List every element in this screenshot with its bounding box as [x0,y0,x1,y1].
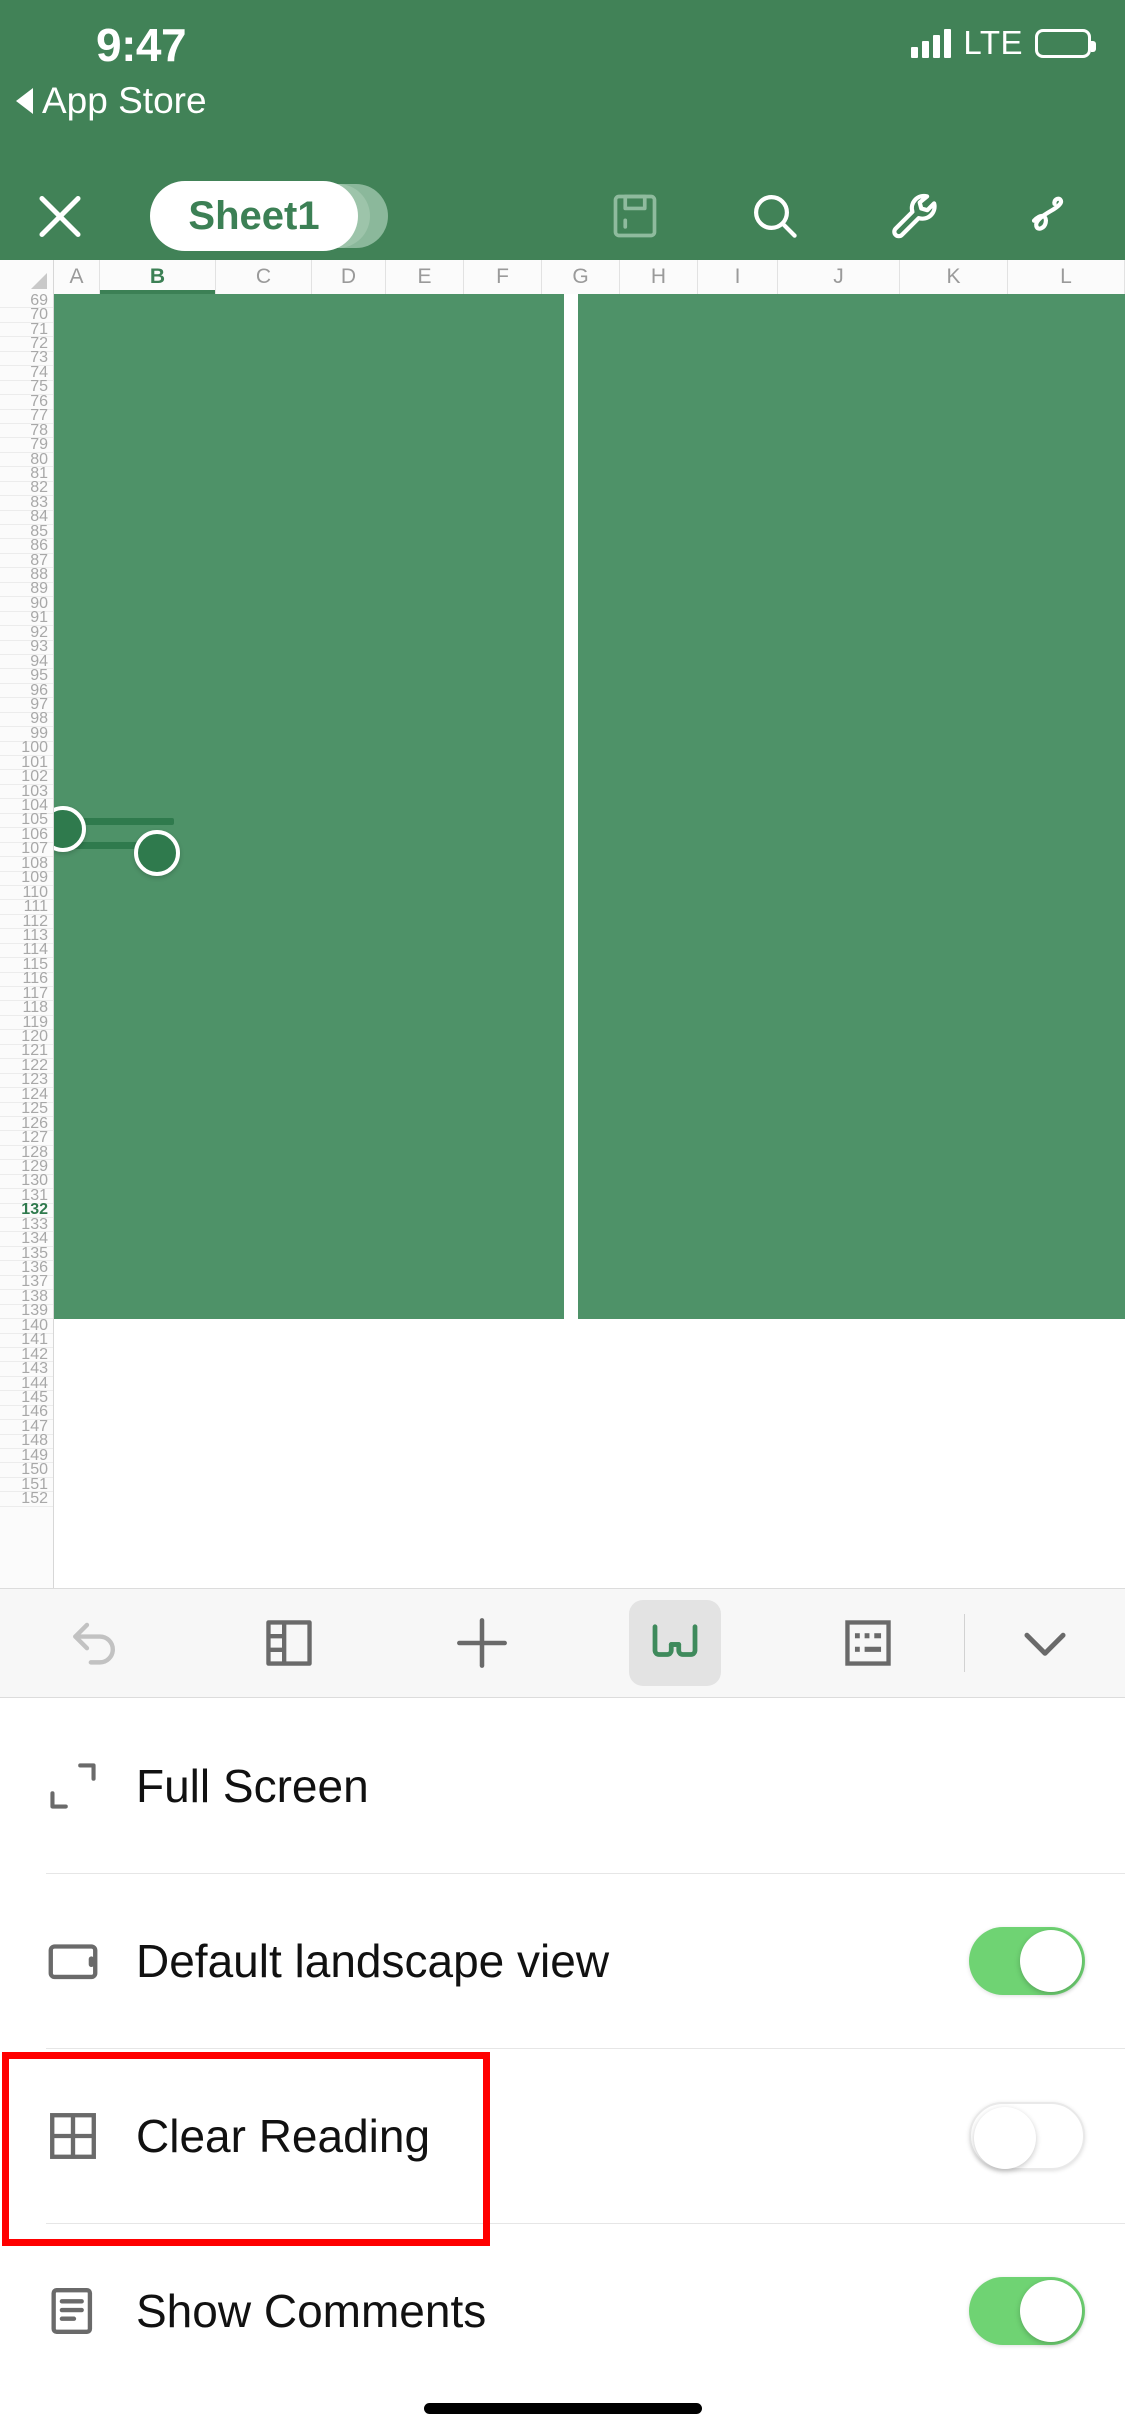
column-header-D[interactable]: D [312,260,386,294]
grid-body[interactable] [54,294,1125,1588]
sheet-tab-label: Sheet1 [188,193,320,238]
column-header-A[interactable]: A [54,260,100,294]
setting-row-full-screen[interactable]: Full Screen [0,1698,1125,1873]
wrench-icon[interactable] [845,172,985,260]
bottom-action-bar [0,1588,1125,1698]
column-header-F[interactable]: F [464,260,542,294]
cell-format-icon[interactable] [771,1588,964,1698]
column-header-K[interactable]: K [900,260,1008,294]
setting-label-default-landscape-view: Default landscape view [136,1934,610,1987]
column-header-J[interactable]: J [778,260,900,294]
view-settings-panel: Full Screen Default landscape view Clear… [0,1698,1125,2436]
filled-cell-block-left[interactable] [54,294,564,1319]
comment-lines-icon [38,2282,108,2340]
toolbar-icon-group [565,172,1125,260]
app-toolbar: Sheet1 [0,172,1125,260]
app-screen: 9:47 App Store LTE Sheet1 A B C D E F G … [0,0,1125,2436]
column-header-H[interactable]: H [620,260,698,294]
back-to-app-store-link[interactable]: App Store [16,80,207,122]
setting-label-show-comments: Show Comments [136,2284,487,2337]
reading-glasses-icon[interactable] [578,1588,771,1698]
setting-toggle-clear-reading[interactable] [969,2101,1085,2170]
setting-row-clear-reading[interactable]: Clear Reading [0,2048,1125,2223]
sheet-tab-sheet1[interactable]: Sheet1 [150,181,358,251]
status-time: 9:47 [96,19,187,71]
row-header-152[interactable]: 152 [0,1490,53,1507]
battery-full-icon [1035,28,1096,58]
row-header-column[interactable]: 69 70 71 72 73 74 75 76 77 78 79 80 81 82 83 84 85 86 87 88… [0,294,54,1588]
filled-cell-block-right[interactable] [578,294,1125,1319]
status-bar: 9:47 App Store LTE [0,0,1125,172]
column-header-L[interactable]: L [1008,260,1125,294]
split-view-icon[interactable] [193,1588,386,1698]
home-indicator-area [0,2368,1125,2436]
back-link-label: App Store [42,80,207,121]
sheet-tab-bar: Sheet1 [150,181,388,251]
column-header-row: A B C D E F G H I J K L [0,260,1125,295]
setting-label-full-screen: Full Screen [136,1759,369,1812]
spreadsheet-area[interactable]: A B C D E F G H I J K L 69 70 71 72 73 74 75 76… [0,260,1125,1588]
search-icon[interactable] [705,172,845,260]
setting-row-default-landscape-view[interactable]: Default landscape view [0,1873,1125,2048]
grid-icon [38,2107,108,2165]
tablet-icon [38,1932,108,1990]
column-header-B[interactable]: B [100,260,216,295]
selection-handle-end[interactable] [134,830,180,876]
column-header-E[interactable]: E [386,260,464,294]
home-indicator-bar[interactable] [423,2403,702,2414]
column-header-I[interactable]: I [698,260,778,294]
back-triangle-icon [16,88,33,114]
chevron-down-icon[interactable] [965,1588,1125,1698]
setting-label-clear-reading: Clear Reading [136,2109,431,2162]
select-all-corner-icon[interactable] [0,260,54,294]
fullscreen-icon [38,1757,108,1815]
signal-bars-icon [911,28,952,58]
scribble-icon[interactable] [985,172,1125,260]
column-header-C[interactable]: C [216,260,312,294]
setting-toggle-default-landscape-view[interactable] [969,1926,1085,1995]
undo-icon[interactable] [0,1588,193,1698]
carrier-tech-label: LTE [963,24,1023,61]
column-header-G[interactable]: G [542,260,620,294]
plus-icon[interactable] [386,1588,579,1698]
setting-toggle-show-comments[interactable] [969,2276,1085,2345]
close-icon[interactable] [24,180,96,252]
status-indicators: LTE [911,24,1096,62]
save-icon[interactable] [565,172,705,260]
